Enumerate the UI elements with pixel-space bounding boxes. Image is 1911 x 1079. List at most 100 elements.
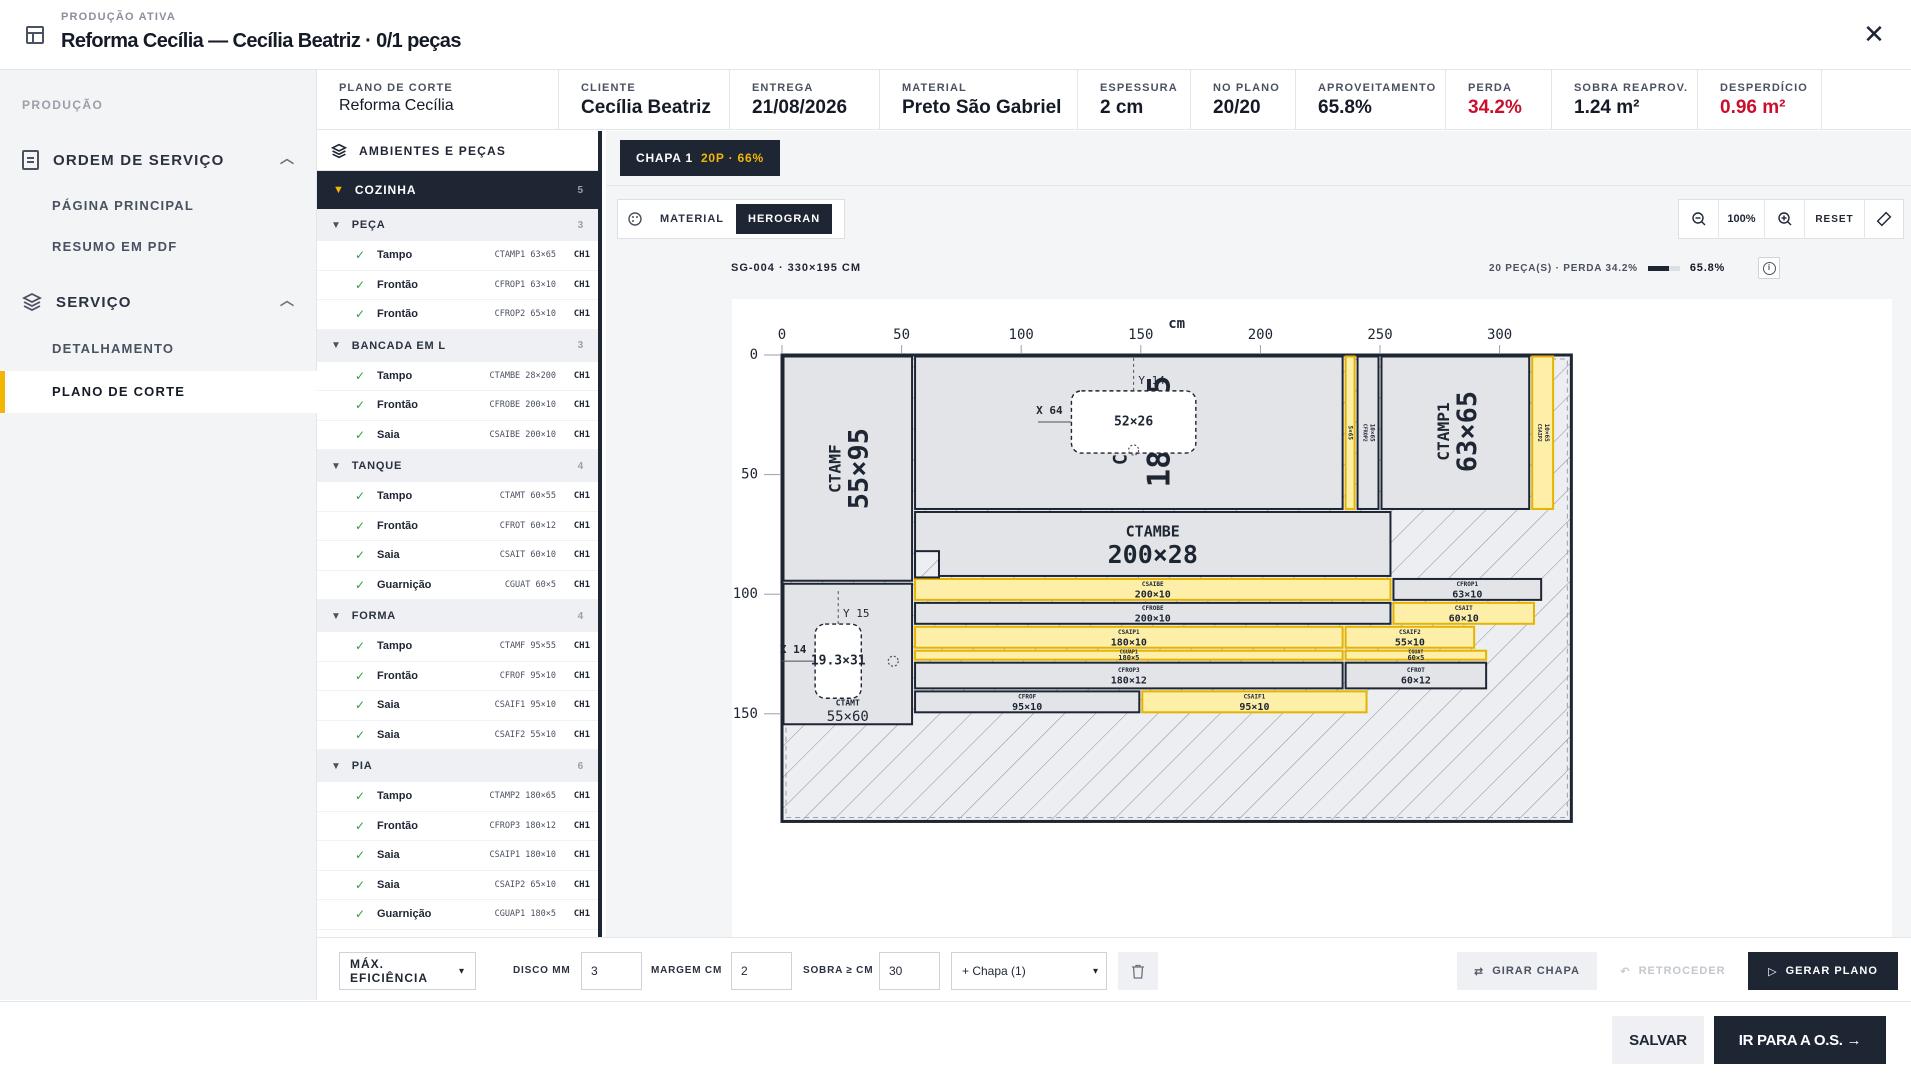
info-perda: PERDA 34.2% [1446,70,1552,130]
check-icon: ✓ [355,277,366,292]
check-icon: ✓ [355,518,366,533]
info-value: 65.8% [1318,97,1372,118]
piece-code: CGUAT 60×5 [504,579,556,590]
info-icon[interactable]: i [1758,257,1780,279]
play-icon: ▷ [1768,965,1778,978]
list-item[interactable]: ✓ Saia CSAIF1 95×10 CH1 [317,691,598,721]
chevron-down-icon: ▼ [331,460,342,472]
piece-group-label: PEÇA [351,219,386,231]
mode-material-button[interactable]: MATERIAL [648,204,736,234]
check-icon: ✓ [355,668,366,683]
piece-group[interactable]: ▼ PEÇA 3 [317,209,598,241]
piece-name: Frontão [377,519,418,532]
mode-herogran-button[interactable]: HEROGRAN [736,204,833,234]
list-item[interactable]: ✓ Frontão CFROT 60×12 CH1 [317,512,598,541]
info-value: Cecília Beatriz [581,97,711,118]
piece-name: Guarnição [377,578,432,591]
piece-name: Frontão [377,819,418,832]
chevron-down-icon: ▼ [331,219,342,231]
pieces-panel-header: AMBIENTES E PEÇAS [317,131,598,171]
info-value: 21/08/2026 [752,97,848,118]
piece-group[interactable]: ▼ FORMA 4 [317,600,598,632]
piece-name: Tampo [377,790,413,803]
close-icon[interactable]: ✕ [1860,20,1888,48]
zoom-in-icon[interactable] [1765,199,1805,239]
x-tick-label: 0 [778,327,786,343]
nav-item-plano-de-corte[interactable]: PLANO DE CORTE [0,371,317,413]
piece-dims-label: 55×95 [843,428,874,509]
info-label: NO PLANO [1213,82,1280,94]
chapa-select[interactable]: + Chapa (1) ▾ [951,952,1107,990]
piece-name: Tampo [377,490,413,503]
list-item[interactable]: ✓ Tampo CTAMP1 63×65 CH1 [317,241,598,271]
chevron-up-icon[interactable]: ︿ [280,148,295,168]
info-value: 34.2% [1468,97,1522,118]
x-tick-label: 150 [1128,327,1153,343]
list-item[interactable]: ✓ Frontão CFROP2 65×10 CH1 [317,300,598,330]
piece-code: CSAIP1 180×10 [489,850,556,861]
list-item[interactable]: ✓ Frontão CFROBE 200×10 CH1 [317,391,598,421]
nav-item-pagina-principal[interactable]: PÁGINA PRINCIPAL [52,198,194,213]
list-item[interactable]: ✓ Saia CSAIF2 55×10 CH1 [317,721,598,750]
check-icon: ✓ [355,877,366,892]
yield-percent: 65.8% [1689,262,1726,274]
sobra-input[interactable] [879,952,940,990]
list-item[interactable]: ✓ Frontão CFROP1 63×10 CH1 [317,271,598,300]
info-value: 1.24 m² [1574,97,1640,118]
info-value: 2 cm [1100,97,1144,118]
chevron-up-icon[interactable]: ︿ [280,290,295,310]
delete-chapa-button[interactable] [1118,952,1158,990]
room-cozinha[interactable]: ▼ COZINHA 5 [317,171,598,209]
reset-zoom-button[interactable]: RESET [1805,199,1865,239]
ir-para-os-button[interactable]: IR PARA A O.S. → [1714,1016,1886,1064]
piece-dims-label: 60×5 [1407,654,1424,662]
list-item[interactable]: ✓ Saia CSAIBE 200×10 CH1 [317,421,598,450]
zoom-out-icon[interactable] [1679,199,1719,239]
nav-group-ordem-servico[interactable]: ORDEM DE SERVIÇO ︿ [22,150,294,170]
y-tick-label: 150 [733,706,758,722]
salvar-button[interactable]: SALVAR [1612,1016,1704,1064]
ruler-icon[interactable] [1865,199,1903,239]
girar-chapa-button[interactable]: ⇄ GIRAR CHAPA [1457,952,1597,990]
view-mode-toggle: MATERIAL HEROGRAN [617,199,845,239]
info-entrega: ENTREGA 21/08/2026 [730,70,880,130]
list-item[interactable]: ✓ Tampo CTAMBE 28×200 CH1 [317,362,598,391]
info-label: SOBRA REAPROV. [1574,82,1689,94]
piece-group-count: 6 [577,760,584,772]
list-item[interactable]: ✓ Frontão CFROF 95×10 CH1 [317,662,598,691]
piece-sheet: CH1 [573,850,590,861]
nav-item-detalhamento[interactable]: DETALHAMENTO [52,341,174,356]
list-item[interactable]: ✓ Saia CSAIT 60×10 CH1 [317,541,598,571]
plan-notch [914,550,940,579]
disco-input[interactable] [581,952,642,990]
margem-input[interactable] [731,952,792,990]
list-item[interactable]: ✓ Saia CSAIP2 65×10 CH1 [317,871,598,900]
retroceder-button[interactable]: ↶ RETROCEDER [1605,952,1741,990]
list-item[interactable]: ✓ Guarnição CGUAP1 180×5 CH1 [317,900,598,930]
piece-sheet: CH1 [573,279,590,290]
piece-group[interactable]: ▼ BANCADA EM L 3 [317,329,598,362]
gerar-plano-button[interactable]: ▷ GERAR PLANO [1748,952,1898,990]
piece-group[interactable]: ▼ TANQUE 4 [317,450,598,482]
check-icon: ✓ [355,789,366,804]
list-item[interactable]: ✓ Tampo CTAMP2 180×65 CH1 [317,782,598,812]
nav-group-servico[interactable]: SERVIÇO ︿ [22,292,294,312]
x-tick-label: 250 [1367,327,1392,343]
list-item[interactable]: ✓ Frontão CFROP3 180×12 CH1 [317,812,598,841]
check-icon: ✓ [355,398,366,413]
list-item[interactable]: ✓ Guarnição CGUAT 60×5 CH1 [317,571,598,600]
list-item[interactable]: ✓ Saia CSAIP1 180×10 CH1 [317,841,598,871]
chevron-down-icon: ▼ [331,760,342,772]
nav-item-resumo-pdf[interactable]: RESUMO EM PDF [52,239,177,254]
info-no-plano: NO PLANO 20/20 [1191,70,1296,130]
disco-label: DISCO MM [513,965,571,976]
piece-dims-label: 60×10 [1449,613,1479,624]
list-item[interactable]: ✓ Tampo CTAMF 95×55 CH1 [317,632,598,662]
piece-group[interactable]: ▼ PIA 6 [317,750,598,782]
list-item[interactable]: ✓ Tampo CTAMT 60×55 CH1 [317,482,598,512]
piece-name: Guarnição [377,908,432,921]
info-material: MATERIAL Preto São Gabriel [880,70,1078,130]
cutting-plan-canvas[interactable]: 0 50 100 150 200 250 300 0 50 100 150 cm CTAMF55×95 C… [732,299,1892,937]
strategy-select[interactable]: MÁX. EFICIÊNCIA ▾ [339,952,476,990]
tab-chapa-1[interactable]: CHAPA 1 20P · 66% [620,140,780,176]
